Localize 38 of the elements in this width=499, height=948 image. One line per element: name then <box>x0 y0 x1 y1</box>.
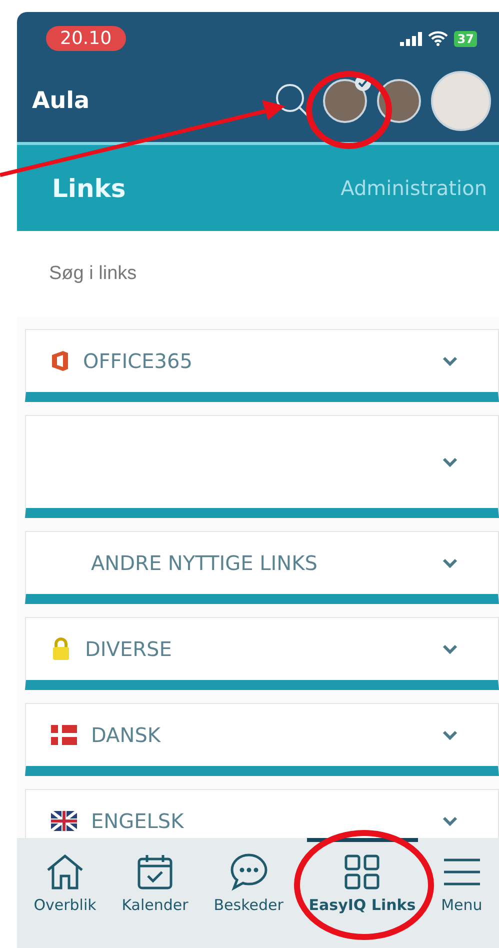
nav-tab[interactable]: Beskeder <box>212 838 286 948</box>
section-title: Links <box>52 174 126 202</box>
nav-tab[interactable]: Overblik <box>32 838 98 948</box>
nav-tab[interactable]: EasyIQ Links <box>306 838 418 948</box>
grid-icon <box>342 852 382 892</box>
signal-icon <box>400 32 422 46</box>
padlock-icon <box>51 637 71 661</box>
link-group-card[interactable]: DANSK <box>25 703 499 776</box>
link-group-card[interactable] <box>25 415 499 518</box>
flag-icon <box>51 725 77 745</box>
link-group-card[interactable]: OFFICE365 <box>25 329 499 402</box>
nav-tab[interactable]: Kalender <box>120 838 190 948</box>
link-group-card[interactable]: DIVERSE <box>25 617 499 690</box>
administration-link[interactable]: Administration <box>340 176 487 200</box>
chevron-down-icon <box>442 558 458 568</box>
status-time: 20.10 <box>46 26 126 51</box>
group-label: DANSK <box>91 723 161 747</box>
office-logo-icon <box>51 350 69 372</box>
flag-icon <box>51 811 77 831</box>
battery-level: 37 <box>454 30 477 46</box>
wifi-icon <box>428 31 448 46</box>
chat-icon <box>228 852 269 892</box>
group-label: ENGELSK <box>91 809 184 833</box>
group-label: DIVERSE <box>85 637 172 661</box>
search-field[interactable]: Søg i links <box>17 231 499 317</box>
home-icon <box>45 852 86 892</box>
nav-tab[interactable]: Menu <box>439 838 484 948</box>
chevron-down-icon <box>442 816 458 826</box>
chevron-down-icon <box>442 457 458 467</box>
link-group-card[interactable]: ENGELSK <box>25 789 499 838</box>
group-label: ANDRE NYTTIGE LINKS <box>91 551 318 575</box>
calendar-icon <box>135 852 176 892</box>
group-label: OFFICE365 <box>83 349 192 373</box>
chevron-down-icon <box>442 730 458 740</box>
link-group-card[interactable]: ANDRE NYTTIGE LINKS <box>25 531 499 604</box>
app-title: Aula <box>32 88 90 114</box>
chevron-down-icon <box>442 644 458 654</box>
chevron-down-icon <box>442 356 458 366</box>
